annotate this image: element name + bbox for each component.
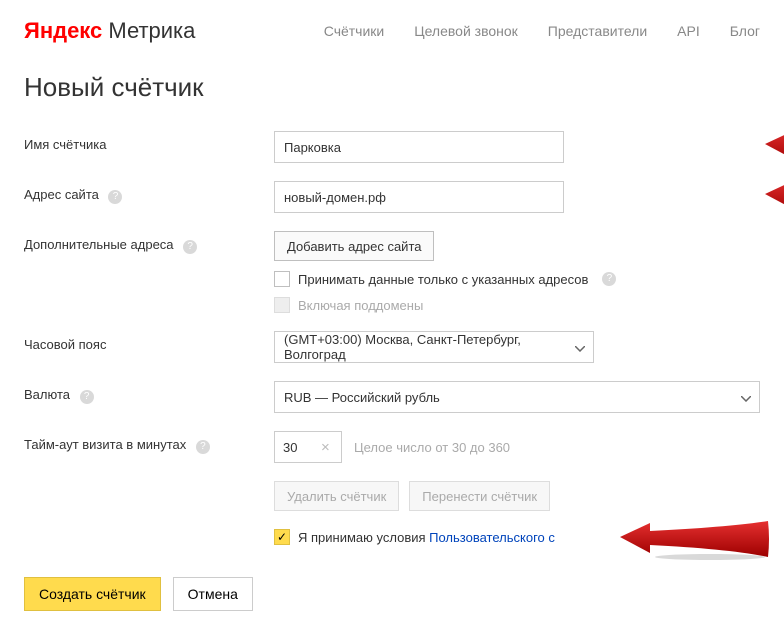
footer-actions: Создать счётчик Отмена: [24, 577, 760, 611]
agree-text: Я принимаю условия Пользовательского с: [298, 530, 555, 545]
move-counter-button: Перенести счётчик: [409, 481, 550, 511]
add-site-address-button[interactable]: Добавить адрес сайта: [274, 231, 434, 261]
nav-api[interactable]: API: [677, 23, 700, 39]
checkbox-only-listed-label: Принимать данные только с указанных адре…: [298, 272, 588, 287]
nav-blog[interactable]: Блог: [730, 23, 760, 39]
timezone-selected: (GMT+03:00) Москва, Санкт-Петербург, Вол…: [284, 332, 565, 362]
help-icon[interactable]: ?: [196, 440, 210, 454]
currency-select[interactable]: RUB — Российский рубль: [274, 381, 760, 413]
page-title: Новый счётчик: [24, 72, 760, 103]
help-icon[interactable]: ?: [183, 240, 197, 254]
nav-counters[interactable]: Счётчики: [324, 23, 385, 39]
chevron-down-icon: [575, 340, 585, 355]
checkbox-subdomains-label: Включая поддомены: [298, 298, 423, 313]
currency-selected: RUB — Российский рубль: [284, 390, 440, 405]
cancel-button[interactable]: Отмена: [173, 577, 253, 611]
counter-name-input[interactable]: [274, 131, 564, 163]
nav-representatives[interactable]: Представители: [548, 23, 647, 39]
create-counter-button[interactable]: Создать счётчик: [24, 577, 161, 611]
label-extra-addresses: Дополнительные адреса ?: [24, 231, 274, 254]
logo: Яндекс Метрика: [24, 18, 195, 44]
label-timeout: Тайм-аут визита в минутах ?: [24, 431, 274, 454]
delete-counter-button: Удалить счётчик: [274, 481, 399, 511]
user-agreement-link[interactable]: Пользовательского с: [429, 530, 555, 545]
checkbox-subdomains: [274, 297, 290, 313]
checkbox-only-listed[interactable]: [274, 271, 290, 287]
help-icon[interactable]: ?: [108, 190, 122, 204]
top-nav: Счётчики Целевой звонок Представители AP…: [324, 23, 760, 39]
timeout-input[interactable]: [275, 432, 315, 462]
checkbox-agree[interactable]: ✓: [274, 529, 290, 545]
topbar: Яндекс Метрика Счётчики Целевой звонок П…: [24, 18, 760, 44]
help-icon[interactable]: ?: [602, 272, 616, 286]
clear-icon[interactable]: ×: [315, 439, 336, 456]
chevron-down-icon: [741, 390, 751, 405]
nav-target-call[interactable]: Целевой звонок: [414, 23, 518, 39]
site-address-input[interactable]: [274, 181, 564, 213]
timezone-select[interactable]: (GMT+03:00) Москва, Санкт-Петербург, Вол…: [274, 331, 594, 363]
label-counter-name: Имя счётчика: [24, 131, 274, 152]
label-currency: Валюта ?: [24, 381, 274, 404]
timeout-hint: Целое число от 30 до 360: [354, 440, 510, 455]
annotation-arrow: [765, 176, 784, 218]
label-site-address: Адрес сайта ?: [24, 181, 274, 204]
label-timezone: Часовой пояс: [24, 331, 274, 352]
timeout-input-wrap: ×: [274, 431, 342, 463]
logo-metrika: Метрика: [102, 18, 195, 43]
annotation-arrow: [765, 126, 784, 168]
help-icon[interactable]: ?: [80, 390, 94, 404]
logo-yandex: Яндекс: [24, 18, 102, 43]
